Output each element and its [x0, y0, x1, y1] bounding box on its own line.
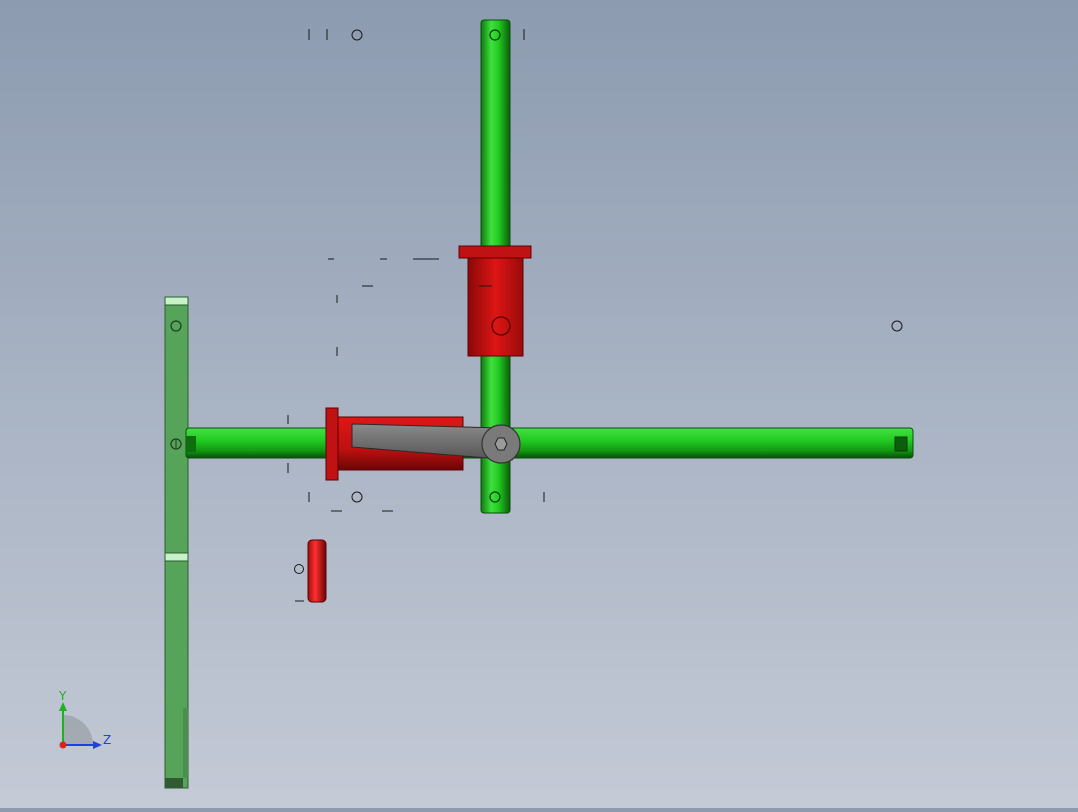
cad-viewport[interactable]: Y Z: [0, 0, 1078, 808]
cad-canvas: Y Z: [58, 19, 914, 789]
y-axis-label: Y: [58, 689, 67, 703]
hex-bolt-icon: [494, 437, 508, 451]
horizontal-shaft[interactable]: [185, 427, 914, 459]
x-axis-icon: [59, 741, 67, 749]
red-disc[interactable]: [307, 539, 327, 603]
left-mounting-plate[interactable]: [164, 296, 189, 789]
z-axis-label: Z: [103, 733, 111, 747]
reference-marks: [287, 29, 903, 602]
coordinate-triad: Y Z: [58, 689, 111, 749]
upper-bearing-block[interactable]: [458, 245, 532, 357]
